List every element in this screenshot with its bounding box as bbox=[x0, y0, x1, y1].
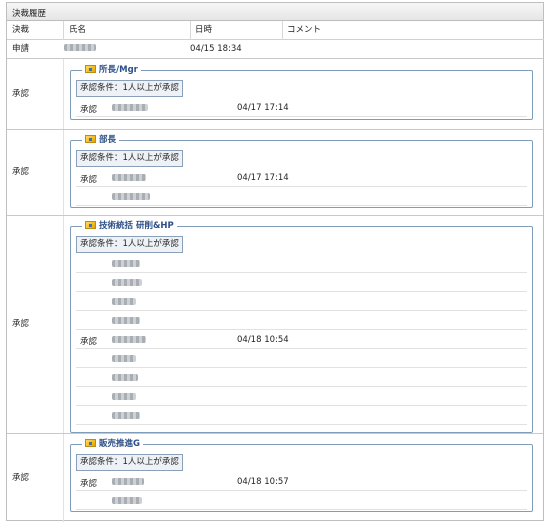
section-divider bbox=[7, 215, 543, 216]
approval-condition: 承認条件：1人以上が承認 bbox=[76, 236, 183, 253]
approver-row bbox=[76, 388, 527, 406]
panel-title: 決裁履歴 bbox=[7, 3, 543, 21]
approval-condition: 承認条件：1人以上が承認 bbox=[76, 80, 183, 97]
redacted-name bbox=[112, 355, 136, 362]
approval-condition: 承認条件：1人以上が承認 bbox=[76, 454, 183, 471]
section-divider bbox=[7, 433, 543, 434]
approver-name bbox=[112, 393, 136, 403]
group-icon bbox=[85, 439, 96, 447]
group-icon bbox=[85, 65, 96, 73]
redacted-name bbox=[112, 412, 140, 419]
approval-condition: 承認条件：1人以上が承認 bbox=[76, 150, 183, 167]
approver-row bbox=[76, 255, 527, 273]
approver-group-title: 販売推進G bbox=[82, 438, 143, 450]
approver-datetime: 04/17 17:14 bbox=[237, 173, 289, 183]
apply-name bbox=[64, 41, 96, 57]
approver-status: 承認 bbox=[80, 105, 98, 115]
approver-status: 承認 bbox=[80, 479, 98, 489]
approver-group-title: 技術統括 研削&HP bbox=[82, 220, 177, 232]
col-header-datetime: 日時 bbox=[190, 21, 282, 40]
apply-kind: 申請 bbox=[12, 44, 30, 54]
approver-name bbox=[112, 317, 140, 327]
approver-name bbox=[112, 412, 140, 422]
approver-group-box: 所長/Mgr 承認条件：1人以上が承認承認 04/17 17:14 bbox=[70, 64, 533, 120]
redacted-name bbox=[112, 336, 146, 343]
approver-datetime: 04/18 10:54 bbox=[237, 335, 289, 345]
approver-row bbox=[76, 188, 527, 206]
approver-row: 承認 04/18 10:57 bbox=[76, 473, 527, 491]
approver-name bbox=[112, 193, 150, 203]
approver-name bbox=[112, 497, 142, 507]
apply-datetime: 04/15 18:34 bbox=[190, 44, 242, 54]
redacted-name bbox=[112, 497, 142, 504]
redacted-name bbox=[112, 374, 138, 381]
column-divider bbox=[190, 21, 191, 40]
approver-status: 承認 bbox=[80, 337, 98, 347]
column-divider bbox=[63, 21, 64, 40]
approver-group-box: 部長承認条件：1人以上が承認承認 04/17 17:14 bbox=[70, 134, 533, 208]
section-divider bbox=[7, 129, 543, 130]
approver-datetime: 04/18 10:57 bbox=[237, 477, 289, 487]
approver-row: 承認 04/17 17:14 bbox=[76, 99, 527, 117]
redacted-name bbox=[112, 279, 142, 286]
approver-datetime: 04/17 17:14 bbox=[237, 103, 289, 113]
approver-row bbox=[76, 492, 527, 510]
approver-row bbox=[76, 293, 527, 311]
approver-name bbox=[112, 355, 136, 365]
col-header-comment: コメント bbox=[282, 21, 544, 40]
approver-row: 承認 04/18 10:54 bbox=[76, 331, 527, 349]
approver-group-name: 販売推進G bbox=[99, 439, 140, 449]
redacted-name bbox=[112, 298, 136, 305]
approval-history-panel: 決裁履歴 決裁 氏名 日時 コメント 申請 04/15 18:34 承認 所長/M… bbox=[6, 2, 544, 522]
section-decision-label: 承認 bbox=[12, 167, 30, 177]
group-icon bbox=[85, 221, 96, 229]
approver-row bbox=[76, 274, 527, 292]
approver-group-name: 技術統括 研削&HP bbox=[99, 221, 174, 231]
approver-group-title: 所長/Mgr bbox=[82, 64, 141, 76]
approver-name bbox=[112, 298, 136, 308]
section-decision-label: 承認 bbox=[12, 472, 30, 483]
approver-group-box: 販売推進G 承認条件：1人以上が承認承認 04/18 10:57 bbox=[70, 438, 533, 512]
col-header-decision: 決裁 bbox=[7, 21, 64, 40]
section-decision-label: 承認 bbox=[12, 319, 30, 329]
section-decision-label: 承認 bbox=[12, 89, 30, 99]
approver-group-title: 部長 bbox=[82, 134, 120, 146]
redacted-name bbox=[112, 104, 148, 111]
approver-name bbox=[112, 374, 138, 384]
row-divider bbox=[7, 58, 543, 59]
column-divider bbox=[282, 21, 283, 40]
approver-group-name: 所長/Mgr bbox=[99, 65, 138, 75]
approver-row bbox=[76, 312, 527, 330]
approver-status: 承認 bbox=[80, 175, 98, 185]
redacted-name bbox=[112, 174, 146, 181]
redacted-name bbox=[112, 393, 136, 400]
approver-name bbox=[112, 174, 146, 184]
approver-name bbox=[112, 104, 148, 114]
approver-group-name: 部長 bbox=[99, 135, 117, 145]
approver-row: 承認 04/17 17:14 bbox=[76, 169, 527, 187]
group-icon bbox=[85, 135, 96, 143]
redacted-name bbox=[112, 193, 150, 200]
approver-row bbox=[76, 407, 527, 425]
redacted-name bbox=[112, 317, 140, 324]
approver-row bbox=[76, 369, 527, 387]
approver-name bbox=[112, 336, 146, 346]
approver-group-box: 技術統括 研削&HP 承認条件：1人以上が承認承認 04/18 10:54 bbox=[70, 220, 533, 433]
redacted-name bbox=[112, 478, 144, 485]
col-header-name: 氏名 bbox=[64, 21, 190, 40]
approver-row bbox=[76, 350, 527, 368]
redacted-name bbox=[112, 260, 140, 267]
approver-name bbox=[112, 260, 140, 270]
approver-name bbox=[112, 279, 142, 289]
approver-name bbox=[112, 478, 144, 488]
